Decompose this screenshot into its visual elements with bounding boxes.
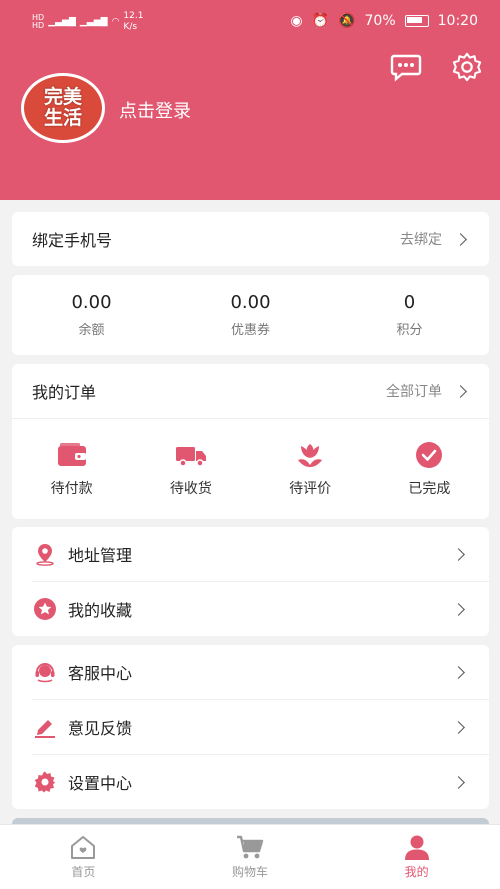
edit-icon	[35, 720, 55, 738]
signal-icon-2: ▁▃▅▇	[79, 17, 108, 27]
orders-header-row[interactable]: 我的订单 全部订单	[12, 364, 489, 418]
wifi-icon: ◠	[111, 17, 120, 27]
network-speed-value: 12.1	[123, 11, 144, 21]
wallet-stats-card: 0.00 余额 0.00 优惠券 0 积分	[12, 275, 489, 355]
status-bar: HD HD ▁▃▅▇ ▁▃▅▇ ◠ 12.1 K/s ◉ ⏰ 🔕 70% 10:2…	[0, 0, 500, 46]
tab-cart[interactable]: 购物车	[167, 825, 334, 889]
chevron-right-icon	[452, 602, 465, 616]
stat-balance-value: 0.00	[71, 292, 112, 313]
menu-item-address-label: 地址管理	[68, 546, 133, 565]
bind-phone-row[interactable]: 绑定手机号 去绑定	[12, 212, 489, 266]
login-link[interactable]: 点击登录	[119, 97, 191, 123]
order-pending-review[interactable]: 待评价	[251, 440, 370, 498]
clock: 10:20	[437, 13, 478, 29]
mute-icon: 🔕	[338, 13, 356, 29]
flower-icon	[298, 444, 323, 467]
app-logo-avatar[interactable]: 完美 生活	[21, 73, 105, 143]
stat-balance-label: 余额	[78, 323, 105, 338]
chat-icon[interactable]	[390, 52, 422, 82]
headset-icon	[35, 663, 55, 683]
chevron-right-icon	[452, 665, 465, 679]
all-orders-link[interactable]: 全部订单	[386, 381, 442, 401]
menu-group-1: 地址管理 我的收藏	[12, 527, 489, 636]
truck-icon	[175, 447, 206, 467]
bind-phone-label: 绑定手机号	[32, 231, 113, 250]
menu-item-settings-label: 设置中心	[68, 774, 133, 793]
home-icon	[71, 836, 96, 859]
order-pending-payment[interactable]: 待付款	[12, 440, 131, 498]
menu-item-customer-service[interactable]: 客服中心	[12, 645, 489, 699]
status-bar-right: ◉ ⏰ 🔕 70% 10:20	[290, 13, 478, 29]
order-pending-receipt[interactable]: 待收货	[131, 440, 250, 498]
chevron-right-icon	[454, 384, 467, 398]
check-circle-icon	[416, 442, 443, 468]
stat-points-value: 0	[403, 292, 416, 313]
tab-mine-label: 我的	[404, 865, 429, 879]
battery-icon	[404, 15, 429, 27]
menu-item-customer-service-label: 客服中心	[68, 664, 133, 683]
stat-points[interactable]: 0 积分	[330, 292, 489, 338]
location-icon	[36, 544, 54, 566]
logo-text-line2: 生活	[43, 107, 82, 129]
star-icon	[34, 598, 56, 620]
menu-item-address[interactable]: 地址管理	[12, 527, 489, 581]
network-speed: 12.1 K/s	[123, 11, 143, 33]
chevron-right-icon	[452, 720, 465, 734]
tab-home-label: 首页	[71, 865, 96, 879]
menu-item-feedback[interactable]: 意见反馈	[12, 700, 489, 754]
tab-mine[interactable]: 我的	[333, 825, 500, 889]
wallet-icon	[57, 443, 86, 466]
orders-title: 我的订单	[32, 383, 97, 402]
order-completed-label: 已完成	[408, 481, 451, 497]
network-speed-unit: K/s	[123, 22, 138, 32]
tab-home[interactable]: 首页	[0, 825, 167, 889]
hd-badge: HD HD	[32, 13, 45, 30]
stat-coupons-label: 优惠券	[230, 323, 270, 338]
menu-item-favorites[interactable]: 我的收藏	[12, 582, 489, 636]
signal-icon: ▁▃▅▇	[48, 17, 76, 27]
order-pending-payment-label: 待付款	[50, 481, 93, 497]
order-pending-receipt-label: 待收货	[169, 481, 212, 497]
gear-icon	[34, 771, 55, 793]
stat-points-label: 积分	[396, 323, 423, 338]
stat-coupons[interactable]: 0.00 优惠券	[171, 292, 330, 338]
battery-percent: 70%	[364, 13, 396, 29]
bottom-tab-bar: 首页 购物车 我的	[0, 824, 500, 889]
status-bar-left: HD HD ▁▃▅▇ ▁▃▅▇ ◠ 12.1 K/s	[32, 11, 143, 33]
menu-item-favorites-label: 我的收藏	[68, 601, 133, 620]
bind-phone-card[interactable]: 绑定手机号 去绑定	[12, 212, 489, 266]
menu-group-2: 客服中心 意见反馈 设置中心	[12, 645, 489, 809]
logo-text-line1: 完美	[43, 86, 82, 108]
menu-item-feedback-label: 意见反馈	[68, 719, 133, 738]
order-completed[interactable]: 已完成	[370, 440, 489, 498]
settings-icon[interactable]	[451, 52, 483, 82]
chevron-right-icon	[454, 232, 467, 246]
user-icon	[404, 835, 429, 860]
tab-cart-label: 购物车	[232, 865, 269, 879]
menu-item-settings[interactable]: 设置中心	[12, 755, 489, 809]
order-pending-review-label: 待评价	[289, 481, 332, 497]
orders-card: 我的订单 全部订单 待付款 待收货 待评价 已完成	[12, 364, 489, 519]
cart-icon	[237, 835, 264, 859]
stat-coupons-value: 0.00	[230, 292, 271, 313]
stat-balance[interactable]: 0.00 余额	[12, 292, 171, 338]
chevron-right-icon	[452, 547, 465, 561]
profile-header: HD HD ▁▃▅▇ ▁▃▅▇ ◠ 12.1 K/s ◉ ⏰ 🔕 70% 10:2…	[0, 0, 500, 200]
eye-icon: ◉	[290, 13, 303, 29]
bind-phone-action[interactable]: 去绑定	[400, 229, 442, 249]
chevron-right-icon	[452, 775, 465, 789]
alarm-icon: ⏰	[311, 13, 330, 29]
